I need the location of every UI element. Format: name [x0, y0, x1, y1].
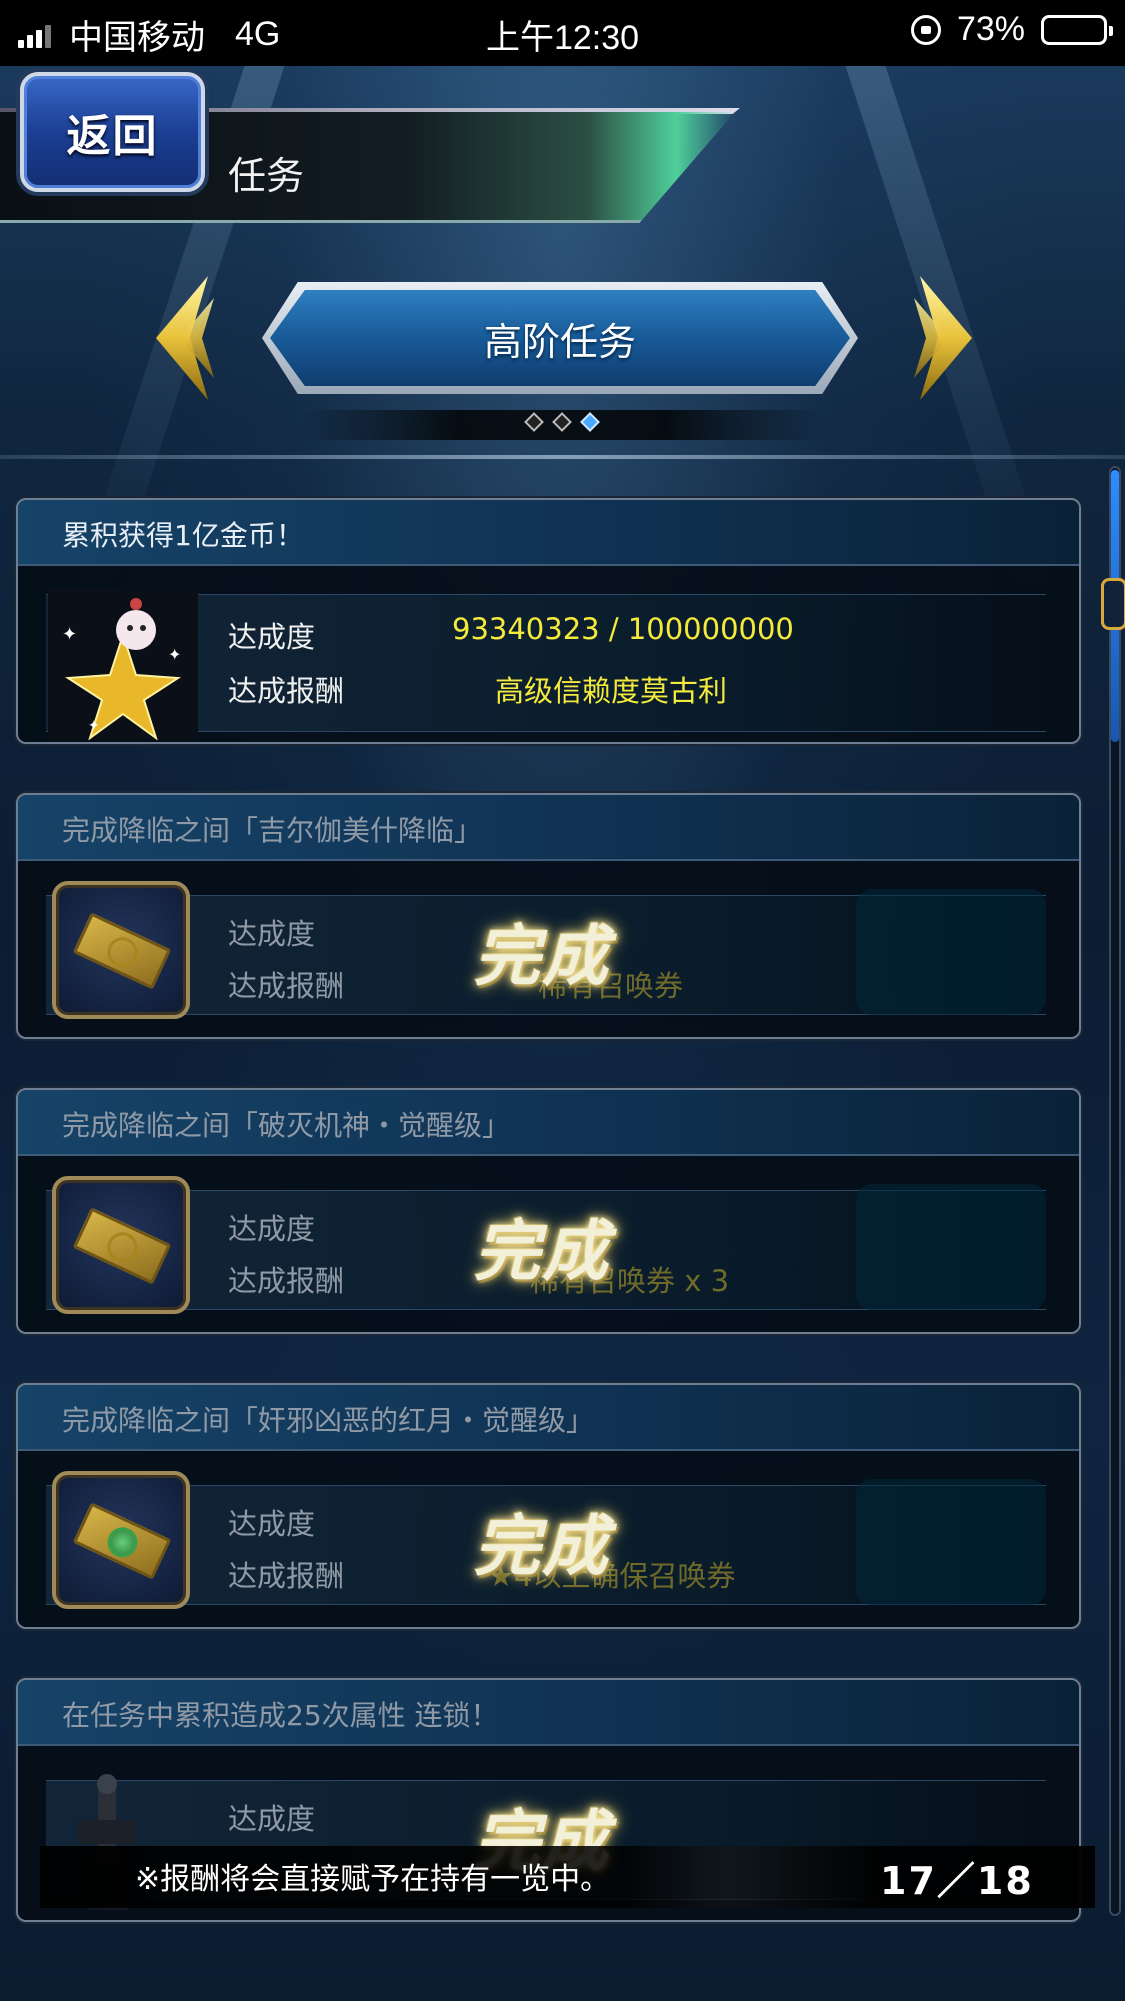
mission-title: 完成降临之间「吉尔伽美什降临」 — [62, 814, 483, 847]
chevron-right-icon[interactable] — [910, 268, 980, 408]
svg-text:✦: ✦ — [62, 624, 77, 645]
progress-value: 93340323 / 100000000 — [452, 612, 794, 646]
summon-ticket-icon — [72, 912, 172, 990]
item-frame — [52, 1176, 190, 1314]
status-bar: 中国移动 4G 上午12:30 73% — [0, 0, 1125, 66]
progress-label: 达成度 — [228, 1507, 316, 1541]
scrollbar-thumb[interactable] — [1101, 578, 1125, 630]
progress-label: 达成度 — [228, 1802, 316, 1836]
complete-stamp: 完成 — [474, 1508, 610, 1585]
moogle-star-icon: ✦ ✦ ✦ — [48, 590, 198, 740]
mission-title: 完成降临之间「破灭机神・觉醒级」 — [62, 1109, 511, 1142]
chevron-left-icon[interactable] — [148, 268, 218, 408]
reward-slot — [856, 1184, 1046, 1310]
rotation-lock-icon — [910, 14, 941, 45]
mission-card[interactable]: 完成降临之间「破灭机神・觉醒级」 达成度 达成报酬 稀有召唤券 x 3 完成 — [16, 1088, 1081, 1334]
complete-stamp: 完成 — [474, 918, 610, 995]
battery-icon — [1041, 14, 1113, 45]
svg-text:✦: ✦ — [168, 645, 181, 664]
page-title: 任务 — [228, 154, 305, 198]
guaranteed-ticket-icon — [72, 1502, 172, 1580]
reward-label: 达成报酬 — [228, 969, 345, 1003]
footer-note: ※报酬将会直接赋予在持有一览中。 — [135, 1862, 611, 1897]
svg-text:✦: ✦ — [88, 718, 100, 734]
mission-card[interactable]: 完成降临之间「吉尔伽美什降临」 达成度 达成报酬 稀有召唤券 完成 — [16, 793, 1081, 1039]
reward-label: 达成报酬 — [228, 1559, 345, 1593]
item-frame — [52, 881, 190, 1019]
divider — [0, 455, 1125, 459]
category-label: 高阶任务 — [483, 319, 636, 364]
mission-card[interactable]: 累积获得1亿金币！ ✦ ✦ ✦ 达成度 达成报酬 93340323 / 1000… — [16, 498, 1081, 744]
back-button[interactable]: 返回 — [20, 72, 205, 192]
progress-label: 达成度 — [228, 917, 316, 951]
progress-label: 达成度 — [228, 1212, 316, 1246]
reward-slot — [856, 1479, 1046, 1605]
reward-label: 达成报酬 — [228, 674, 345, 708]
reward-label: 达成报酬 — [228, 1264, 345, 1298]
mission-count: 17／18 — [880, 1859, 1034, 1903]
summon-ticket-icon — [72, 1207, 172, 1285]
item-frame — [52, 1471, 190, 1609]
mission-card[interactable]: 完成降临之间「奸邪凶恶的红月・觉醒级」 达成度 达成报酬 ★4以上确保召唤券 完… — [16, 1383, 1081, 1629]
battery-percent: 73% — [956, 10, 1025, 48]
progress-label: 达成度 — [228, 620, 316, 654]
complete-stamp: 完成 — [474, 1213, 610, 1290]
mission-title: 累积获得1亿金币！ — [62, 519, 304, 552]
status-right: 73% — [910, 10, 1113, 49]
reward-value: 高级信赖度莫古利 — [495, 674, 728, 708]
mission-title: 完成降临之间「奸邪凶恶的红月・觉醒级」 — [62, 1404, 595, 1437]
reward-slot — [856, 889, 1046, 1015]
mission-title: 在任务中累积造成25次属性 连锁！ — [62, 1699, 499, 1732]
